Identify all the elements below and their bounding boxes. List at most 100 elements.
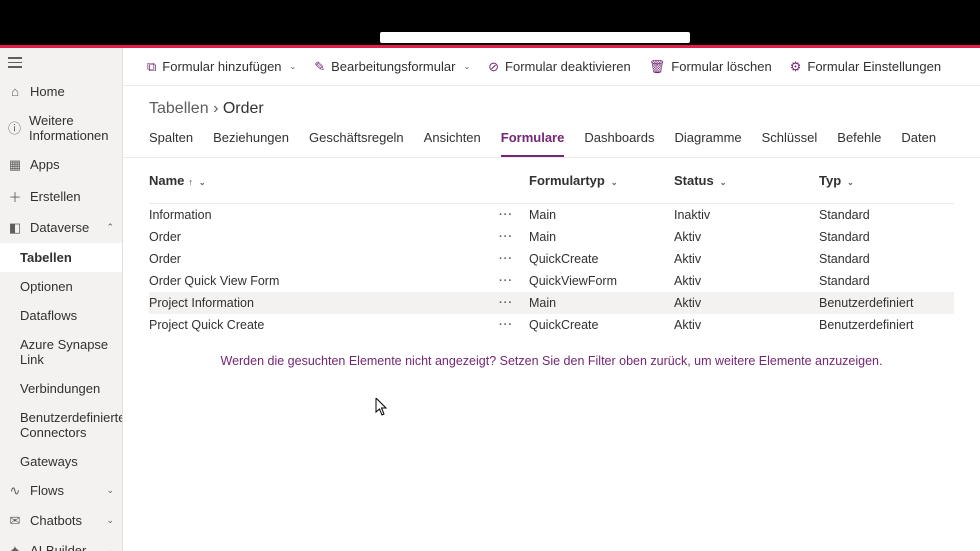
col-type[interactable]: Typ⌄ [819, 173, 954, 188]
nav-label: Dataverse [30, 220, 89, 235]
table-row[interactable]: Order···QuickCreateAktivStandard [149, 248, 954, 270]
nav-label: Home [30, 84, 65, 99]
sidebar-item-chatbots[interactable]: ✉ Chatbots ⌄ [0, 506, 122, 536]
cmd-icon: ⚙ [790, 59, 802, 75]
cmd-formular-hinzufügen[interactable]: ⧉Formular hinzufügen⌄ [141, 55, 302, 79]
row-more-icon[interactable]: ··· [499, 297, 529, 309]
nav-label: AI Builder [30, 543, 86, 551]
sidebar-item-home[interactable]: ⌂ Home [0, 77, 122, 106]
chevron-up-icon: ⌃ [106, 222, 114, 233]
cmd-formular-deaktivieren[interactable]: ⊘Formular deaktivieren [482, 55, 637, 79]
cell-formtype: Main [529, 208, 674, 222]
nav-label: Weitere Informationen [29, 113, 114, 143]
tab-spalten[interactable]: Spalten [149, 122, 193, 157]
nav-icon: ✉ [8, 513, 22, 529]
hamburger-icon[interactable] [0, 48, 122, 77]
cell-status: Inaktiv [674, 208, 819, 222]
tab-dashboards[interactable]: Dashboards [584, 122, 654, 157]
cell-formtype: QuickCreate [529, 252, 674, 266]
col-name[interactable]: Name↑⌄ [149, 173, 499, 188]
tab-beziehungen[interactable]: Beziehungen [213, 122, 289, 157]
tab-ansichten[interactable]: Ansichten [424, 122, 481, 157]
tab-schlüssel[interactable]: Schlüssel [762, 122, 818, 157]
nav-label: Apps [30, 157, 60, 172]
sidebar-item-dataflows[interactable]: Dataflows [0, 301, 122, 330]
sidebar-item-ai-builder[interactable]: ✦AI Builder⌄ [0, 536, 122, 551]
breadcrumb-current: Order [223, 100, 264, 117]
nav-label: Tabellen [20, 250, 72, 265]
main-content: ⧉ Formular hinzufügen ⌄ ✎ Bearbeitungsformul… [122, 48, 980, 551]
nav-icon: ▦ [8, 157, 22, 173]
nav-icon: ⓘ [8, 118, 21, 137]
breadcrumb-parent[interactable]: Tabellen [149, 100, 209, 117]
cmd-formular-einstellungen[interactable]: ⚙ Formular Einstellungen [784, 55, 947, 79]
cmd-icon: ⧉ [147, 59, 156, 75]
sidebar-item-verbindungen[interactable]: Verbindungen [0, 374, 122, 403]
nav-label: Gateways [20, 454, 78, 469]
row-more-icon[interactable]: ··· [499, 319, 529, 331]
sidebar-item-azure-synapse-link[interactable]: Azure Synapse Link [0, 330, 122, 374]
cell-status: Aktiv [674, 230, 819, 244]
cell-name: Project Information [149, 296, 499, 310]
nav-icon: ∿ [8, 483, 22, 499]
nav-icon: ⌂ [8, 84, 22, 99]
table-row[interactable]: Project Information···MainAktivBenutzerd… [149, 292, 954, 314]
nav-icon: ＋ [8, 187, 22, 206]
cell-name: Information [149, 208, 499, 222]
chevron-down-icon: ⌄ [463, 62, 470, 71]
sidebar-item-weitere-informationen[interactable]: ⓘ Weitere Informationen [0, 106, 122, 150]
tab-befehle[interactable]: Befehle [837, 122, 881, 157]
cell-name: Order [149, 230, 499, 244]
cell-name: Order [149, 252, 499, 266]
cell-type: Standard [819, 230, 954, 244]
row-more-icon[interactable]: ··· [499, 209, 529, 221]
sidebar-item-optionen[interactable]: Optionen [0, 272, 122, 301]
nav-label: Dataflows [20, 308, 77, 323]
cmd-label: Formular deaktivieren [505, 59, 631, 74]
cmd-label: Formular Einstellungen [807, 59, 941, 74]
sidebar-item-tabellen[interactable]: Tabellen [0, 243, 122, 272]
cell-name: Order Quick View Form [149, 274, 499, 288]
tab-diagramme[interactable]: Diagramme [674, 122, 741, 157]
sidebar-item-dataverse[interactable]: ◧Dataverse⌃ [0, 213, 122, 243]
tab-daten[interactable]: Daten [901, 122, 936, 157]
cell-formtype: QuickViewForm [529, 274, 674, 288]
filter-hint[interactable]: Werden die gesuchten Elemente nicht ange… [123, 336, 980, 386]
cmd-bearbeitungsformular[interactable]: ✎ Bearbeitungsformular ⌄ [308, 55, 476, 79]
cell-type: Standard [819, 274, 954, 288]
row-more-icon[interactable]: ··· [499, 253, 529, 265]
cmd-icon: ✎ [314, 59, 325, 75]
cell-formtype: Main [529, 296, 674, 310]
breadcrumb: Tabellen › Order [123, 86, 980, 122]
sidebar-item-flows[interactable]: ∿Flows⌄ [0, 476, 122, 506]
row-more-icon[interactable]: ··· [499, 231, 529, 243]
cell-type: Benutzerdefiniert [819, 296, 954, 310]
table-row[interactable]: Information···MainInaktivStandard [149, 204, 954, 226]
sidebar-item-apps[interactable]: ▦ Apps [0, 150, 122, 180]
tab-geschäftsregeln[interactable]: Geschäftsregeln [309, 122, 404, 157]
table-row[interactable]: Order Quick View Form···QuickViewFormAkt… [149, 270, 954, 292]
row-more-icon[interactable]: ··· [499, 275, 529, 287]
table-row[interactable]: Project Quick Create···QuickCreateAktivB… [149, 314, 954, 336]
grid-header: Name↑⌄ Formulartyp⌄ Status⌄ Typ⌄ [149, 158, 954, 204]
cell-type: Standard [819, 252, 954, 266]
cell-status: Aktiv [674, 296, 819, 310]
chevron-down-icon: ⌄ [106, 545, 114, 551]
cmd-formular-löschen[interactable]: 🗑Formular löschen [643, 55, 778, 79]
col-status[interactable]: Status⌄ [674, 173, 819, 188]
cell-type: Benutzerdefiniert [819, 318, 954, 332]
sidebar-item-erstellen[interactable]: ＋Erstellen [0, 180, 122, 213]
global-search[interactable] [380, 32, 690, 43]
nav-label: Chatbots [30, 513, 82, 528]
nav-label: Flows [30, 483, 64, 498]
tab-formulare[interactable]: Formulare [501, 122, 565, 157]
chevron-down-icon: ⌄ [106, 515, 114, 526]
sidebar-item-gateways[interactable]: Gateways [0, 447, 122, 476]
sidebar-item-benutzerdefinierte-connectors[interactable]: Benutzerdefinierte Connectors [0, 403, 122, 447]
cell-formtype: QuickCreate [529, 318, 674, 332]
col-formtype[interactable]: Formulartyp⌄ [529, 173, 674, 188]
cmd-label: Formular hinzufügen [162, 59, 281, 74]
cmd-label: Bearbeitungsformular [331, 59, 455, 74]
breadcrumb-separator: › [213, 100, 218, 117]
table-row[interactable]: Order···MainAktivStandard [149, 226, 954, 248]
